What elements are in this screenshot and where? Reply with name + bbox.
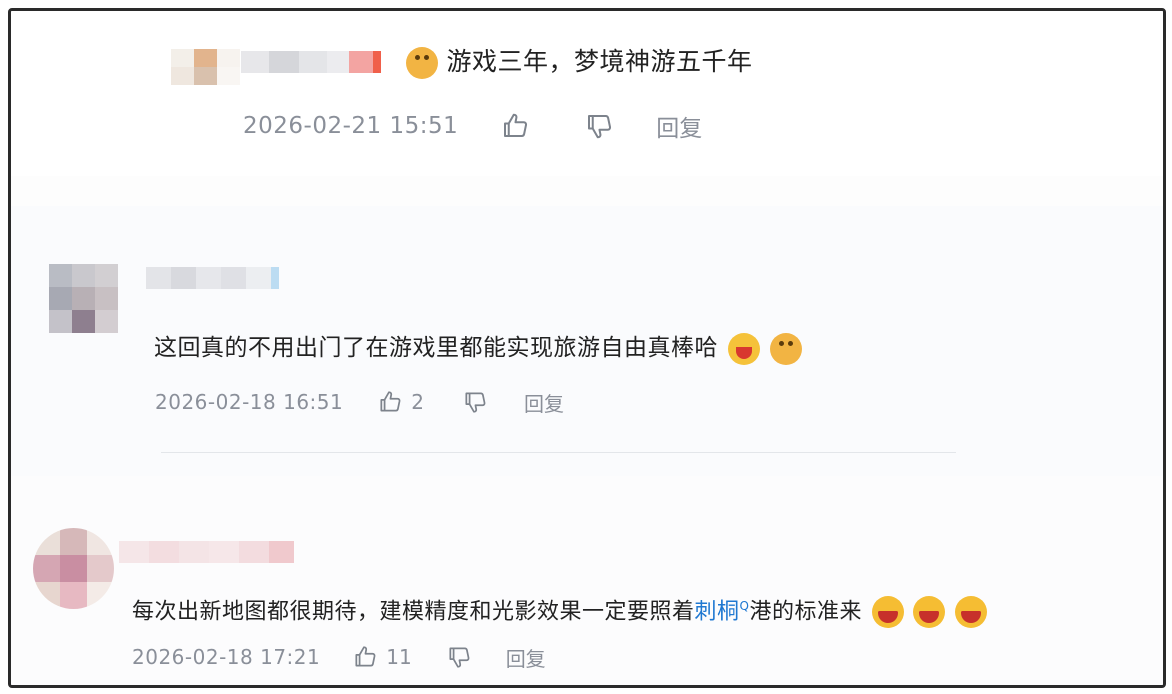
comment-text: 每次出新地图都很期待，建模精度和光影效果一定要照着刺桐Q港的标准来 xyxy=(132,589,987,629)
thumbs-down-icon[interactable] xyxy=(446,644,472,670)
comment-date: 2026-02-18 16:51 xyxy=(155,390,344,414)
cat-emoji-icon xyxy=(406,47,438,79)
divider xyxy=(161,452,956,453)
laugh-emoji-icon xyxy=(871,596,904,629)
comment-meta: 2026-02-21 15:51 回复 xyxy=(243,109,702,143)
comment-body: 这回真的不用出门了在游戏里都能实现旅游自由真棒哈 xyxy=(154,335,718,361)
comment-body: 游戏三年，梦境神游五千年 xyxy=(446,47,753,76)
comment-meta: 2026-02-18 16:51 2 回复 xyxy=(155,387,564,417)
thumbs-up-icon[interactable] xyxy=(352,644,378,670)
reply-button[interactable]: 回复 xyxy=(506,643,546,672)
username[interactable] xyxy=(241,51,381,73)
thumbs-up-icon[interactable] xyxy=(500,111,530,141)
cat-emoji-icon xyxy=(769,332,802,365)
comment-date: 2026-02-18 17:21 xyxy=(132,645,321,669)
thumbs-up-icon[interactable] xyxy=(377,389,403,415)
thumbs-down-icon[interactable] xyxy=(584,111,614,141)
search-icon[interactable]: Q xyxy=(740,599,750,613)
comment-item: 游戏三年，梦境神游五千年 2026-02-21 15:51 回复 xyxy=(11,11,1163,176)
yell-emoji-icon xyxy=(727,332,760,365)
thumbs-down-icon[interactable] xyxy=(462,389,488,415)
reply-button[interactable]: 回复 xyxy=(656,109,702,143)
avatar[interactable] xyxy=(171,49,240,85)
comment-date: 2026-02-21 15:51 xyxy=(243,113,459,139)
laugh-emoji-icon xyxy=(954,596,987,629)
comment-text: 游戏三年，梦境神游五千年 xyxy=(404,43,752,81)
avatar[interactable] xyxy=(33,528,114,609)
username[interactable] xyxy=(119,541,294,563)
like-count: 2 xyxy=(411,390,424,414)
comment-body-tail: 港的标准来 xyxy=(749,599,862,625)
comment-item: 这回真的不用出门了在游戏里都能实现旅游自由真棒哈 2026-02-18 16:5… xyxy=(11,206,1163,476)
comment-body: 每次出新地图都很期待，建模精度和光影效果一定要照着 xyxy=(132,599,695,625)
comment-item: 每次出新地图都很期待，建模精度和光影效果一定要照着刺桐Q港的标准来 2026-0… xyxy=(11,476,1163,685)
username[interactable] xyxy=(146,267,279,289)
reply-button[interactable]: 回复 xyxy=(524,388,564,417)
topic-link[interactable]: 刺桐 xyxy=(695,599,740,624)
laugh-emoji-icon xyxy=(913,596,945,629)
like-count: 11 xyxy=(386,645,412,669)
avatar[interactable] xyxy=(49,264,118,333)
comment-meta: 2026-02-18 17:21 11 回复 xyxy=(132,642,546,672)
comment-text: 这回真的不用出门了在游戏里都能实现旅游自由真棒哈 xyxy=(154,331,802,365)
comment-list: 游戏三年，梦境神游五千年 2026-02-21 15:51 回复 这回真的不用出… xyxy=(8,8,1166,688)
